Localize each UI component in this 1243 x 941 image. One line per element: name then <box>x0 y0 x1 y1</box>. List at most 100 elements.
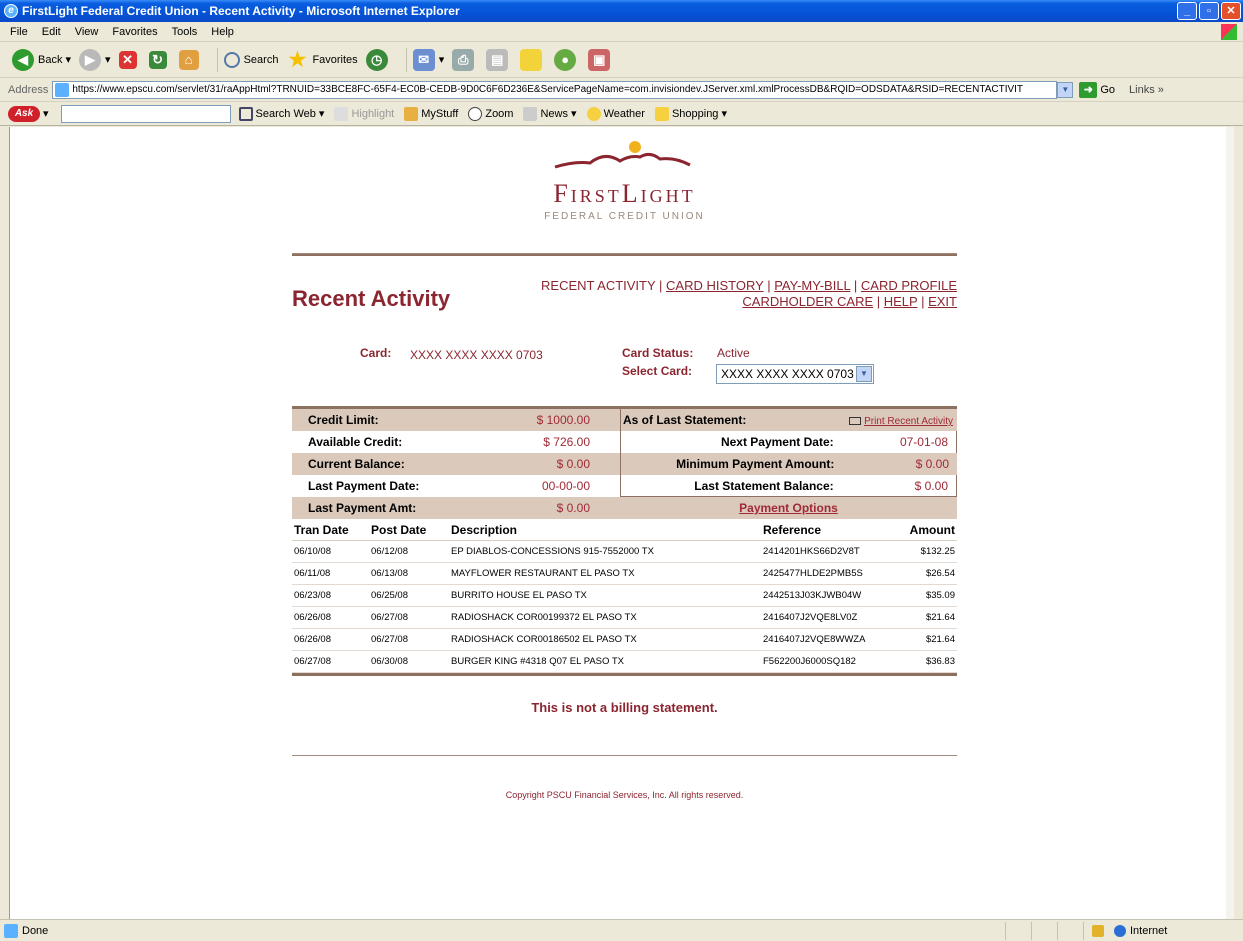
last-payment-date-label: Last Payment Date: <box>308 479 420 493</box>
search-web-label: Search Web <box>255 107 316 120</box>
home-button[interactable]: ⌂ <box>178 49 203 70</box>
mail-icon: ✉ <box>412 48 435 71</box>
lock-icon[interactable] <box>1092 925 1104 937</box>
nav-pay-my-bill[interactable]: PAY-MY-BILL <box>774 278 850 293</box>
search-button[interactable]: Search <box>223 51 278 68</box>
status-bar: Done Internet <box>0 919 1243 941</box>
amount: $21.64 <box>925 612 955 623</box>
history-icon: ◷ <box>365 48 388 71</box>
shopping-button[interactable]: Shopping ▾ <box>654 106 727 121</box>
firstlight-logo: FirstLight FEDERAL CREDIT UNION <box>292 133 957 253</box>
mystuff-icon <box>404 106 419 121</box>
weather-icon <box>586 106 601 121</box>
nav-exit[interactable]: EXIT <box>928 294 957 309</box>
links-button[interactable]: Links » <box>1129 84 1164 96</box>
minimum-payment-value: $ 0.00 <box>915 457 949 471</box>
amount: $36.83 <box>925 656 955 667</box>
summary-row: Last Payment Date: 00-00-00 Last Stateme… <box>292 475 957 497</box>
address-input[interactable]: https://www.epscu.com/servlet/31/raAppHt… <box>52 80 1058 99</box>
highlight-button[interactable]: Highlight <box>334 106 394 121</box>
news-label: News <box>540 107 568 120</box>
amount: $35.09 <box>925 590 955 601</box>
amount: $26.54 <box>925 568 955 579</box>
last-payment-amount-value: $ 0.00 <box>556 501 590 515</box>
stop-button[interactable]: ✕ <box>118 50 141 69</box>
summary-row: Available Credit: $ 726.00 Next Payment … <box>292 431 957 453</box>
print-recent-activity-link[interactable]: Print Recent Activity <box>864 416 953 427</box>
forward-button[interactable]: ▶ ▾ <box>79 48 111 71</box>
browser-window: e FirstLight Federal Credit Union - Rece… <box>0 0 1243 941</box>
history-button[interactable]: ◷ <box>365 48 392 71</box>
post-date: 06/30/08 <box>371 656 408 667</box>
print-button[interactable]: ⎙ <box>452 48 478 71</box>
address-dropdown-button[interactable]: ▼ <box>1057 81 1074 98</box>
highlight-icon <box>334 106 349 121</box>
mystuff-button[interactable]: MyStuff <box>404 106 459 121</box>
stop-icon: ✕ <box>118 50 137 69</box>
chevron-down-icon: ▼ <box>856 366 872 382</box>
menu-tools[interactable]: Tools <box>172 26 198 38</box>
selected-card: XXXX XXXX XXXX 0703 <box>721 367 854 381</box>
ie-icon: e <box>4 4 18 18</box>
last-statement-balance-label: Last Statement Balance: <box>694 479 834 493</box>
scrollbar[interactable] <box>1226 127 1234 919</box>
favorites-button[interactable]: ★ Favorites <box>286 49 357 71</box>
tran-date: 06/27/08 <box>294 656 331 667</box>
menu-help[interactable]: Help <box>211 26 234 38</box>
refresh-button[interactable]: ↻ <box>148 50 171 69</box>
edit-button[interactable]: ▤ <box>486 48 512 71</box>
search-web-button[interactable]: Search Web ▾ <box>238 106 324 121</box>
ask-logo[interactable]: Ask <box>8 105 40 122</box>
credit-limit-label: Credit Limit: <box>308 413 379 427</box>
tran-date: 06/10/08 <box>294 546 331 557</box>
links-label: Links <box>1129 83 1155 96</box>
nav-links: RECENT ACTIVITY | CARD HISTORY | PAY-MY-… <box>541 278 957 309</box>
minimize-button[interactable]: _ <box>1177 2 1197 20</box>
star-icon: ★ <box>288 48 307 71</box>
credit-limit-value: $ 1000.00 <box>536 413 590 427</box>
mail-button[interactable]: ✉ ▾ <box>412 48 444 71</box>
menu-view[interactable]: View <box>75 26 99 38</box>
close-button[interactable]: ✕ <box>1221 2 1241 20</box>
card-info: Card: XXXX XXXX XXXX 0703 Card Status: A… <box>292 346 957 406</box>
mountain-sun-icon <box>554 141 691 169</box>
nav-card-history[interactable]: CARD HISTORY <box>666 278 764 293</box>
media-button[interactable]: ▣ <box>588 48 614 71</box>
menu-edit[interactable]: Edit <box>42 26 61 38</box>
select-card-dropdown[interactable]: XXXX XXXX XXXX 0703 ▼ <box>716 364 874 384</box>
page-done-icon <box>4 923 18 938</box>
maximize-button[interactable]: ▫ <box>1199 2 1219 20</box>
news-button[interactable]: News ▾ <box>523 106 577 121</box>
messenger-button[interactable]: ● <box>554 48 580 71</box>
description: BURGER KING #4318 Q07 EL PASO TX <box>451 656 625 667</box>
account-summary: Credit Limit: $ 1000.00 As of Last State… <box>292 406 957 519</box>
nav-cardholder-care[interactable]: CARDHOLDER CARE <box>742 294 873 309</box>
address-url: https://www.epscu.com/servlet/31/raAppHt… <box>72 84 1024 95</box>
go-button[interactable]: ➜ Go <box>1079 81 1116 98</box>
description: RADIOSHACK COR00199372 EL PASO TX <box>451 612 637 623</box>
reference: 2442513J03KJWB04W <box>763 590 862 601</box>
edit-icon: ▤ <box>486 48 509 71</box>
table-row: 06/26/08 06/27/08 RADIOSHACK COR00199372… <box>292 607 957 629</box>
go-label: Go <box>1100 83 1116 96</box>
post-date: 06/12/08 <box>371 546 408 557</box>
next-payment-date-label: Next Payment Date: <box>720 435 834 449</box>
address-label: Address <box>8 83 49 96</box>
table-row: 06/23/08 06/25/08 BURRITO HOUSE EL PASO … <box>292 585 957 607</box>
notes-button[interactable] <box>520 48 546 71</box>
menu-file[interactable]: File <box>10 26 28 38</box>
page-icon <box>55 82 70 97</box>
nav-card-profile[interactable]: CARD PROFILE <box>861 278 957 293</box>
go-arrow-icon: ➜ <box>1079 81 1098 98</box>
summary-row: Last Payment Amt: $ 0.00 Payment Options <box>292 497 957 519</box>
col-description: Description <box>451 523 518 537</box>
zoom-button[interactable]: Zoom <box>468 106 513 121</box>
status-text: Done <box>22 924 49 937</box>
back-button[interactable]: ◀ Back ▾ <box>12 48 71 71</box>
menu-favorites[interactable]: Favorites <box>112 26 157 38</box>
payment-options-link[interactable]: Payment Options <box>739 497 838 519</box>
weather-button[interactable]: Weather <box>586 106 645 121</box>
nav-help[interactable]: HELP <box>884 294 918 309</box>
ask-search-input[interactable] <box>60 104 231 123</box>
mystuff-label: MyStuff <box>421 107 459 120</box>
